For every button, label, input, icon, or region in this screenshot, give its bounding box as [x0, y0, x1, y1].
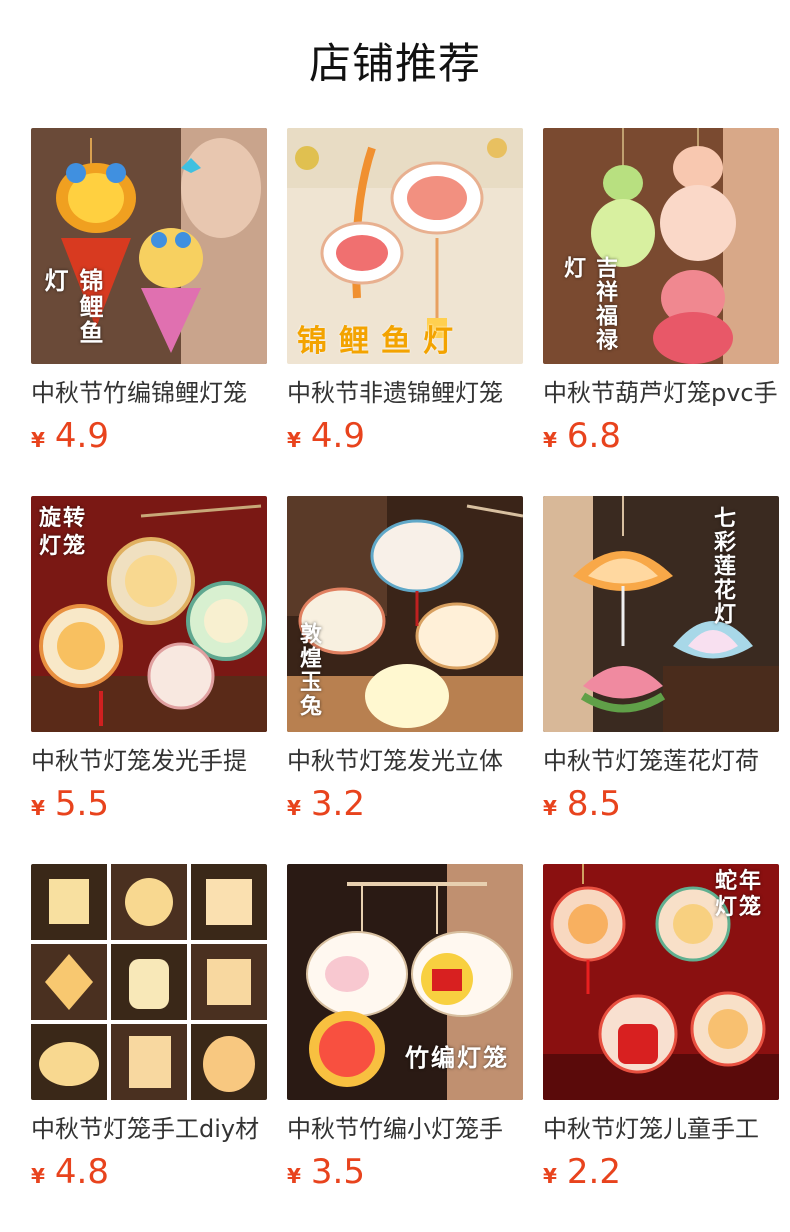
product-title[interactable]: 中秋节灯笼儿童手工: [543, 1112, 779, 1146]
product-title[interactable]: 中秋节灯笼发光立体: [287, 744, 523, 778]
product-title[interactable]: 中秋节竹编锦鲤灯笼: [31, 376, 267, 410]
bamboo-rabbit-lantern-icon[interactable]: 竹编灯笼: [287, 864, 523, 1100]
image-overlay-text: 旋转灯笼: [39, 505, 88, 559]
page-title: 店铺推荐: [308, 39, 481, 88]
product-card[interactable]: 竹编灯笼 中秋节竹编小灯笼手 ¥ 3.5: [287, 864, 523, 1232]
price-amount: 5.5: [54, 784, 109, 824]
price-amount: 8.5: [566, 784, 621, 824]
image-overlay-text: 吉祥福禄灯: [560, 256, 618, 352]
product-title[interactable]: 中秋节非遗锦鲤灯笼: [287, 376, 523, 410]
product-title[interactable]: 中秋节灯笼莲花灯荷: [543, 744, 779, 778]
product-title[interactable]: 中秋节灯笼发光手提: [31, 744, 267, 778]
product-card[interactable]: 中秋节灯笼手工diy材 ¥ 4.8: [31, 864, 267, 1232]
product-card[interactable]: 敦煌玉兔 中秋节灯笼发光立体 ¥ 3.2: [287, 496, 523, 864]
product-price: ¥ 2.2: [543, 1152, 621, 1196]
product-card[interactable]: 锦鲤鱼灯 中秋节非遗锦鲤灯笼 ¥ 4.9: [287, 128, 523, 496]
price-amount: 3.2: [310, 784, 365, 824]
price-amount: 2.2: [566, 1152, 621, 1192]
currency-symbol: ¥: [287, 796, 301, 820]
currency-symbol: ¥: [287, 1164, 301, 1188]
product-price: ¥ 3.2: [287, 784, 365, 828]
product-title[interactable]: 中秋节灯笼手工diy材: [31, 1112, 267, 1146]
product-price: ¥ 3.5: [287, 1152, 365, 1196]
image-overlay-text: 锦鲤鱼灯: [297, 324, 465, 359]
currency-symbol: ¥: [543, 1164, 557, 1188]
koi-fish-lantern-icon[interactable]: 锦鲤鱼灯: [287, 128, 523, 364]
product-grid: 锦鲤鱼灯 中秋节竹编锦鲤灯笼 ¥ 4.9 锦鲤鱼灯 中秋节非遗锦鲤灯笼 ¥ 4.…: [31, 128, 790, 1232]
product-price: ¥ 8.5: [543, 784, 621, 828]
image-overlay-text: 七彩莲花灯: [710, 506, 736, 626]
price-amount: 4.9: [310, 416, 365, 456]
currency-symbol: ¥: [543, 428, 557, 452]
currency-symbol: ¥: [287, 428, 301, 452]
price-amount: 4.8: [54, 1152, 109, 1192]
snake-year-lantern-icon[interactable]: 蛇年灯笼: [543, 864, 779, 1100]
koi-lantern-icon[interactable]: 锦鲤鱼灯: [31, 128, 267, 364]
rotating-lantern-icon[interactable]: 旋转灯笼: [31, 496, 267, 732]
currency-symbol: ¥: [543, 796, 557, 820]
image-overlay-text: 锦鲤鱼灯: [40, 268, 104, 346]
price-amount: 3.5: [310, 1152, 365, 1192]
product-price: ¥ 4.9: [287, 416, 365, 460]
product-card[interactable]: 蛇年灯笼 中秋节灯笼儿童手工 ¥ 2.2: [543, 864, 779, 1232]
product-price: ¥ 4.8: [31, 1152, 109, 1196]
product-title[interactable]: 中秋节竹编小灯笼手: [287, 1112, 523, 1146]
product-card[interactable]: 旋转灯笼 中秋节灯笼发光手提 ¥ 5.5: [31, 496, 267, 864]
image-overlay-text: 敦煌玉兔: [296, 622, 322, 718]
gourd-lantern-icon[interactable]: 吉祥福禄灯: [543, 128, 779, 364]
lotus-lantern-icon[interactable]: 七彩莲花灯: [543, 496, 779, 732]
product-title[interactable]: 中秋节葫芦灯笼pvc手: [543, 376, 779, 410]
price-amount: 6.8: [566, 416, 621, 456]
rabbit-lantern-icon[interactable]: 敦煌玉兔: [287, 496, 523, 732]
price-amount: 4.9: [54, 416, 109, 456]
currency-symbol: ¥: [31, 1164, 45, 1188]
product-card[interactable]: 七彩莲花灯 中秋节灯笼莲花灯荷 ¥ 8.5: [543, 496, 779, 864]
image-overlay-text: 竹编灯笼: [405, 1043, 509, 1072]
product-card[interactable]: 吉祥福禄灯 中秋节葫芦灯笼pvc手 ¥ 6.8: [543, 128, 779, 496]
product-price: ¥ 5.5: [31, 784, 109, 828]
image-overlay-text: 蛇年灯笼: [715, 868, 764, 920]
product-price: ¥ 6.8: [543, 416, 621, 460]
currency-symbol: ¥: [31, 796, 45, 820]
product-card[interactable]: 锦鲤鱼灯 中秋节竹编锦鲤灯笼 ¥ 4.9: [31, 128, 267, 496]
diy-lantern-grid-icon[interactable]: [31, 864, 267, 1100]
currency-symbol: ¥: [31, 428, 45, 452]
product-price: ¥ 4.9: [31, 416, 109, 460]
